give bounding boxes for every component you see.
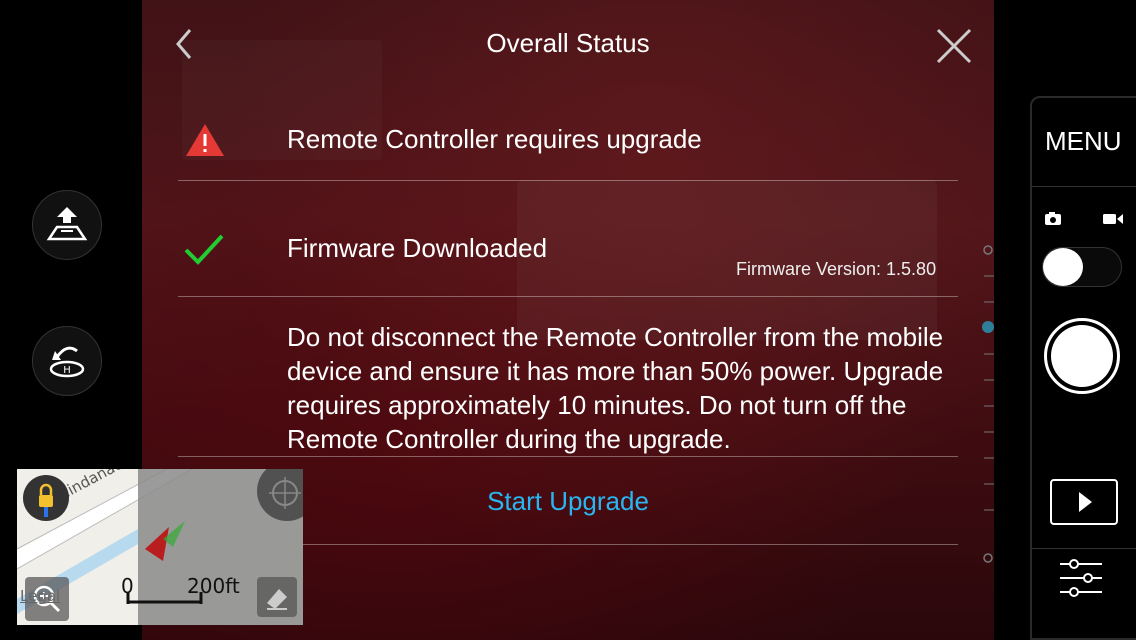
divider xyxy=(178,296,958,297)
divider xyxy=(178,180,958,181)
return-home-icon: H xyxy=(49,346,85,378)
eraser-icon xyxy=(267,589,287,610)
play-icon xyxy=(1079,492,1092,512)
rc-upgrade-status: Remote Controller requires upgrade xyxy=(287,124,702,154)
menu-button[interactable]: MENU xyxy=(1045,126,1122,157)
shutter-button[interactable] xyxy=(1044,318,1120,394)
gimbal-pitch-scale xyxy=(982,245,994,563)
clear-path-button[interactable] xyxy=(257,577,297,617)
aircraft-location-button[interactable] xyxy=(23,475,69,521)
scale-end-label: 200ft xyxy=(187,574,240,598)
svg-text:H: H xyxy=(63,365,71,376)
warning-icon xyxy=(186,124,224,156)
playback-button[interactable] xyxy=(1050,479,1118,525)
divider xyxy=(1032,548,1136,549)
legal-link[interactable]: Legal xyxy=(20,587,60,605)
toggle-knob xyxy=(1043,248,1083,286)
close-icon xyxy=(936,28,972,64)
dialog-title: Overall Status xyxy=(486,28,650,58)
minimap[interactable]: Mindanao Way Legal 0 200ft xyxy=(17,469,303,625)
upgrade-warning-message: Do not disconnect the Remote Controller … xyxy=(287,322,944,454)
takeoff-button[interactable] xyxy=(32,190,102,260)
firmware-version: Firmware Version: 1.5.80 xyxy=(736,259,937,279)
shutter-inner xyxy=(1051,325,1113,387)
scale-start-label: 0 xyxy=(121,574,134,598)
video-icon xyxy=(1103,214,1123,224)
settings-sliders-icon[interactable] xyxy=(1058,556,1104,602)
camera-icon xyxy=(1045,212,1061,225)
lock-icon xyxy=(39,483,53,517)
photo-video-toggle[interactable] xyxy=(1042,247,1122,287)
divider xyxy=(178,456,958,457)
takeoff-icon xyxy=(46,207,88,241)
divider xyxy=(1032,186,1136,187)
checkmark-icon xyxy=(184,234,224,265)
close-button[interactable] xyxy=(932,24,976,68)
firmware-downloaded-status: Firmware Downloaded xyxy=(287,233,548,263)
return-home-button[interactable]: H xyxy=(32,326,102,396)
